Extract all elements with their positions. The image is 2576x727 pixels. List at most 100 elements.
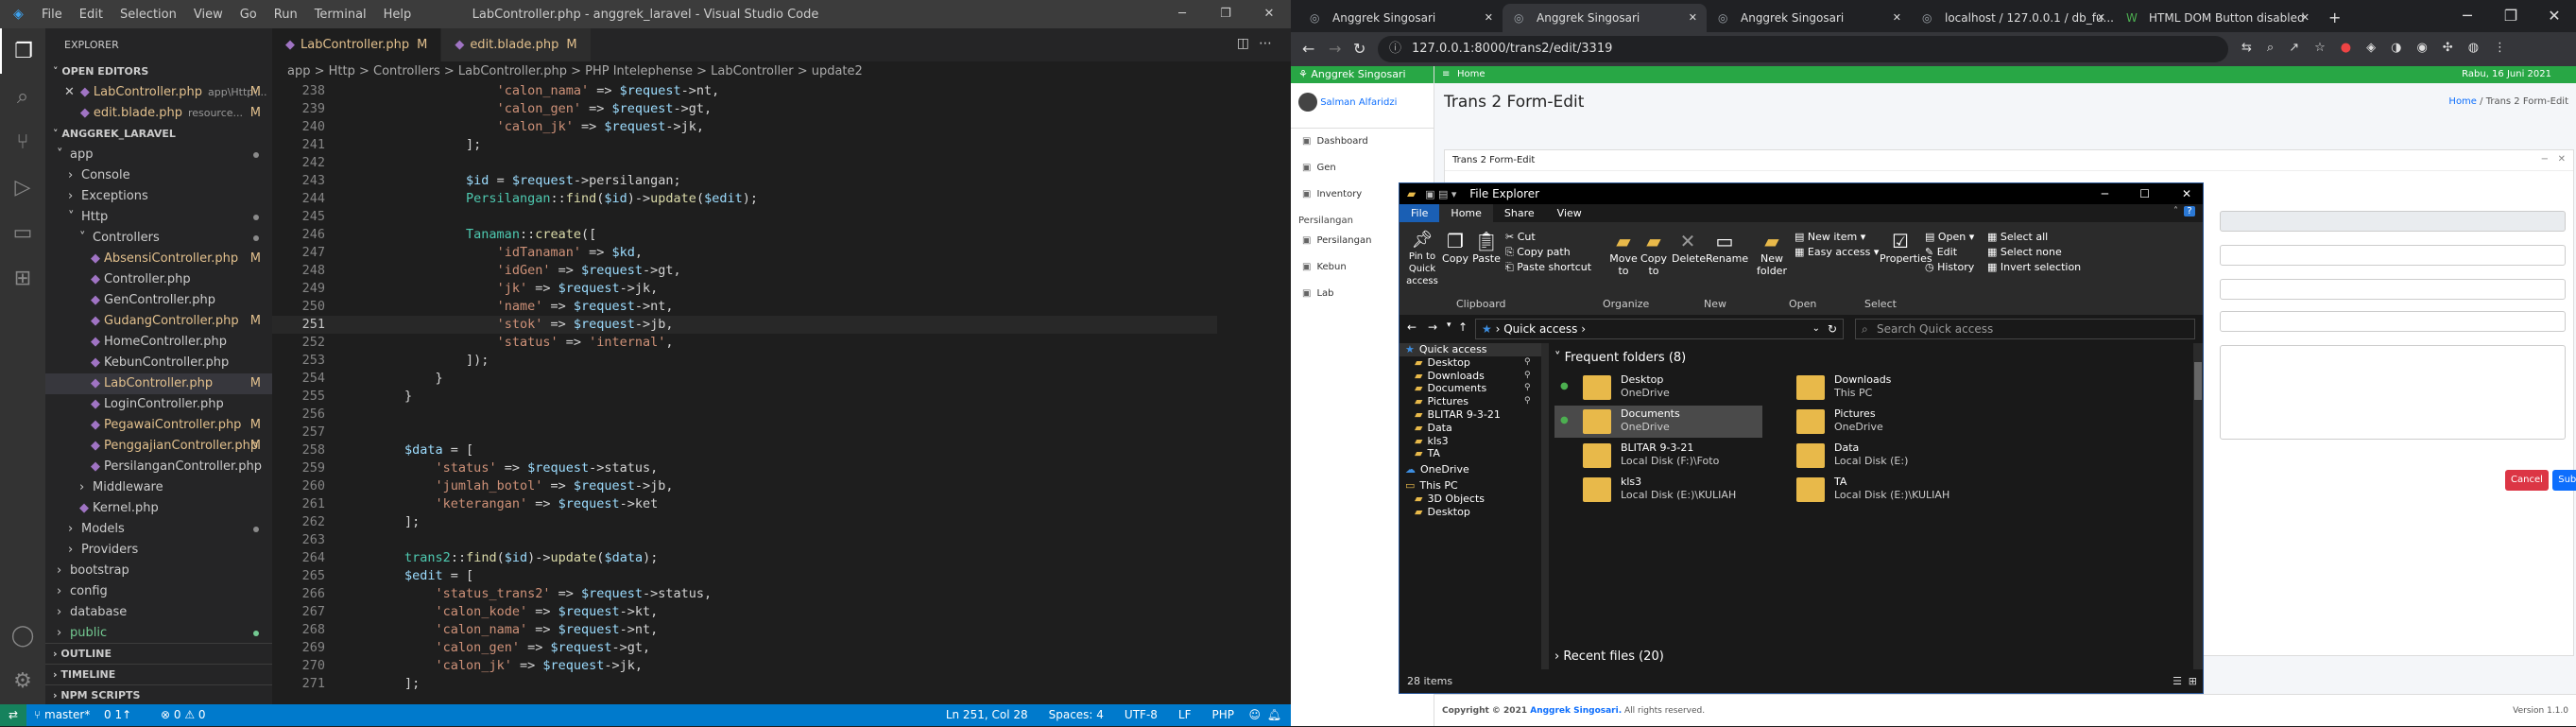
tree-file[interactable]: ◆ PegawaiController.php M [45,415,272,436]
close-icon[interactable]: ✕ [64,85,75,99]
code-line[interactable]: 252 'status' => 'internal', [272,334,1217,352]
code-line[interactable]: 268 'calon_nama' => $request->nt, [272,621,1217,639]
refresh-icon[interactable]: ↻ [1828,320,1837,338]
tree-folder[interactable]: › public [45,623,272,644]
share-icon[interactable]: ↗ [2289,41,2299,55]
open-editors-section[interactable]: ˅ OPEN EDITORS [45,61,272,82]
tree-file[interactable]: ◆ GenController.php [45,290,272,311]
menu-toggle-icon[interactable]: ≡ [1442,66,1450,83]
source-control-icon[interactable]: ⑂ [0,119,45,164]
tree-file[interactable]: ◆ LoginController.php [45,394,272,415]
code-line[interactable]: 246 Tanaman::create([ [272,226,1217,244]
status-item[interactable]: PHP [1212,704,1235,726]
run-debug-icon[interactable]: ▷ [0,164,45,210]
code-line[interactable]: 242 [272,154,1217,172]
feedback-icon[interactable]: ☺ [1248,704,1261,726]
nav-pane-item[interactable]: ▰ TA [1400,447,1541,460]
close-icon[interactable]: ✕ [1247,0,1291,28]
form-input[interactable] [2220,245,2566,266]
tree-file[interactable]: ◆ PenggajianController.php M [45,436,272,457]
code-line[interactable]: 241 ]; [272,136,1217,154]
address-path[interactable]: ★ › Quick access › ⌄ ↻ [1475,319,1844,339]
code-line[interactable]: 261 'keterangan' => $request->ket [272,495,1217,513]
browser-tab[interactable]: ◎ Anggrek Singosari ✕ [1298,4,1503,32]
form-input[interactable] [2220,279,2566,300]
cancel-button[interactable]: Cancel [2505,470,2549,491]
scroll-thumb[interactable] [2194,362,2202,400]
rename-button[interactable]: ▭ Rename [1706,230,1748,265]
branch-status[interactable]: ⑂ master* [34,704,90,726]
search-box[interactable]: ⌕ Search Quick access [1855,319,2195,339]
nav-item[interactable]: ▣ Gen [1291,155,1434,182]
reload-icon[interactable]: ↻ [1353,40,1365,58]
tree-folder[interactable]: › config [45,581,272,602]
status-item[interactable]: LF [1178,704,1192,726]
editor-tab[interactable]: ◆ LabController.php M [272,28,442,61]
folder-tile[interactable]: ● Documents OneDrive [1554,406,1762,438]
code-line[interactable]: 243 $id = $request->persilangan; [272,172,1217,190]
breadcrumb[interactable]: app > Http > Controllers > LabController… [272,61,1291,82]
form-select[interactable] [2220,311,2566,332]
code-line[interactable]: 249 'jk' => $request->jk, [272,280,1217,298]
menu-item-edit[interactable]: Edit [79,8,103,22]
chrome-menu-icon[interactable]: ⋮ [2494,41,2506,55]
extensions-puzzle-icon[interactable]: ✣ [2443,41,2453,55]
back-icon[interactable]: ← [1407,320,1417,334]
menu-item-view[interactable]: View [194,8,223,22]
invert-selection-button[interactable]: ▦ Invert selection [1987,260,2081,275]
extension-icon[interactable]: ◈ [2366,41,2376,55]
open-editor-item[interactable]: ✕◆edit.blade.phpresource...M [45,103,272,124]
tree-file[interactable]: ◆ AbsensiController.php M [45,249,272,269]
close-icon[interactable]: ✕ [2301,4,2310,32]
remote-explorer-icon[interactable]: ▭ [0,210,45,255]
forward-icon[interactable]: → [1428,320,1437,334]
ribbon-collapse-icon[interactable]: ˄ [2173,206,2178,216]
status-item[interactable]: Ln 251, Col 28 [946,704,1028,726]
details-view-icon[interactable]: ☰ [2172,669,2182,693]
code-line[interactable]: 254 } [272,370,1217,388]
open-button[interactable]: ▤ Open ▾ [1925,230,1974,245]
code-line[interactable]: 258 $data = [ [272,441,1217,459]
code-line[interactable]: 257 [272,424,1217,441]
code-line[interactable]: 263 [272,531,1217,549]
minimize-icon[interactable]: ─ [2102,183,2108,204]
code-line[interactable]: 264 trans2::find($id)->update($data); [272,549,1217,567]
nav-pane-item[interactable]: ▰ 3D Objects [1400,493,1541,506]
large-icons-view-icon[interactable]: ⊞ [2189,669,2197,693]
nav-pane-item[interactable]: ▭ This PC [1400,479,1541,493]
translate-icon[interactable]: ⇆ [2241,41,2252,55]
more-actions-icon[interactable]: ⋯ [1259,36,1281,51]
tree-folder[interactable]: › Console [45,165,272,186]
ribbon-tab-file[interactable]: File [1400,204,1440,222]
project-section[interactable]: ˅ ANGGREK_LARAVEL [45,124,272,145]
notifications-icon[interactable]: 🔔︎ [1267,704,1281,726]
recent-locations-icon[interactable]: ▾ [1447,320,1451,330]
top-home-link[interactable]: Home [1457,66,1485,83]
address-dropdown-icon[interactable]: ⌄ [1812,320,1820,338]
nav-pane-item[interactable]: ▰ Downloads ⚲ [1400,370,1541,383]
help-icon[interactable]: ? [2184,206,2195,216]
code-line[interactable]: 238 'calon_nama' => $request->nt, [272,82,1217,100]
code-line[interactable]: 251 'stok' => $request->jb, [272,316,1217,334]
explorer-icon[interactable]: ❐ [0,28,45,74]
remove-icon[interactable]: ✕ [2558,154,2566,164]
zoom-icon[interactable]: ⌕ [2267,41,2274,55]
properties-button[interactable]: ☑ Properties [1880,230,1932,265]
tree-file[interactable]: ◆ GudangController.php M [45,311,272,332]
search-icon[interactable]: ⌕ [0,74,45,119]
nav-pane-item[interactable]: ▰ Desktop [1400,506,1541,519]
copy-button[interactable]: ❐ Copy [1441,230,1469,265]
tree-folder[interactable]: ˅ Http [45,207,272,228]
nav-pane-item[interactable]: ▰ Desktop ⚲ [1400,356,1541,370]
close-icon[interactable]: ✕ [1893,4,1901,32]
code-line[interactable]: 255 } [272,388,1217,406]
nav-pane-item[interactable]: ▰ kls3 [1400,435,1541,448]
pin-quick-access-button[interactable]: 📌︎ Pin to Quick access [1405,230,1439,286]
tree-file[interactable]: ◆ KebunController.php [45,353,272,373]
back-icon[interactable]: ← [1302,40,1314,58]
nav-pane-item[interactable]: ▰ Documents ⚲ [1400,382,1541,395]
tree-folder[interactable]: › Models [45,519,272,540]
section-outline[interactable]: › OUTLINE [45,643,272,664]
ribbon-tab-view[interactable]: View [1546,204,1593,222]
form-textarea[interactable] [2220,345,2566,440]
